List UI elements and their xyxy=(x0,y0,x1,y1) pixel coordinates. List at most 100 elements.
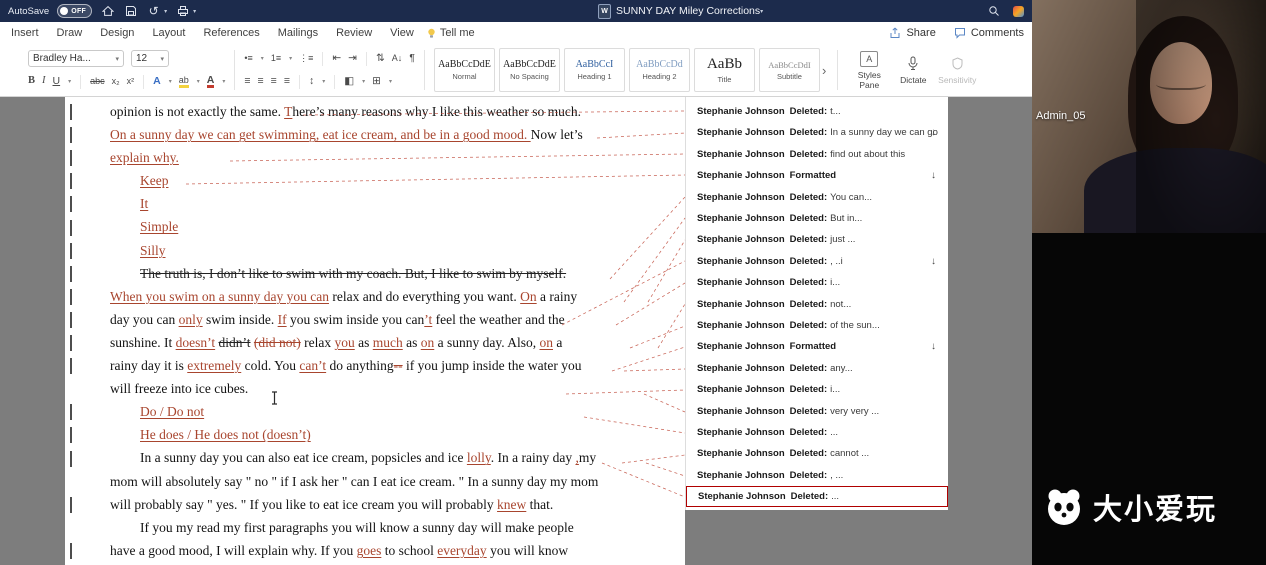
tab-view[interactable]: View xyxy=(381,27,423,39)
style-normal[interactable]: AaBbCcDdE Normal xyxy=(433,48,495,92)
style-name: Title xyxy=(717,75,732,84)
goto-change-arrow-icon[interactable]: ↓ xyxy=(931,170,936,181)
decrease-indent-button[interactable]: ⇤ xyxy=(332,53,341,64)
revision-entry[interactable]: Stephanie Johnson Deleted: of the sun... xyxy=(686,315,948,336)
revision-entry[interactable]: Stephanie Johnson Deleted:, ... xyxy=(686,465,948,486)
revision-entry[interactable]: Stephanie Johnson Deleted:... xyxy=(686,486,948,508)
revision-entry[interactable]: Stephanie Johnson Deleted:... xyxy=(686,422,948,443)
undo-caret-icon[interactable]: ▾ xyxy=(164,8,167,15)
revision-entry[interactable]: Stephanie Johnson Deleted:, ..i ↓ xyxy=(686,251,948,272)
home-icon[interactable] xyxy=(100,3,115,19)
revision-entry[interactable]: Stephanie Johnson Deleted: not... xyxy=(686,294,948,315)
align-left-button[interactable]: ≡ xyxy=(244,76,250,87)
document-page[interactable]: opinion is not exactly the same. There’s… xyxy=(65,97,685,565)
style-sample: AaBbCcI xyxy=(575,59,614,70)
revision-entry[interactable]: Stephanie Johnson Deleted: t... xyxy=(686,101,948,122)
style-title[interactable]: AaBb Title xyxy=(693,48,755,92)
style-heading-2[interactable]: AaBbCcDd Heading 2 xyxy=(628,48,690,92)
font-size-value: 12 xyxy=(136,53,148,64)
bold-button[interactable]: B xyxy=(28,76,35,87)
sort-button[interactable]: A↓ xyxy=(392,54,403,63)
multilevel-list-button[interactable]: ⋮≡ xyxy=(299,54,313,63)
line-spacing-button[interactable]: ↕ xyxy=(309,76,314,87)
underline-caret-icon[interactable]: ▾ xyxy=(68,79,71,85)
paragraph-spacing-button[interactable]: ⇅ xyxy=(376,53,385,64)
revision-entry[interactable]: Stephanie Johnson Deleted: You can... xyxy=(686,187,948,208)
document-title-group[interactable]: W SUNNY DAY Miley Corrections ▾ xyxy=(598,0,763,22)
font-size-combobox[interactable]: 12 ▾ xyxy=(131,50,169,67)
dictate-button[interactable]: Dictate xyxy=(891,55,935,86)
style-sample: AaBbCcDdE xyxy=(503,59,556,70)
bullets-button[interactable]: •≡ xyxy=(244,54,252,63)
text-effects-button[interactable]: A xyxy=(153,76,161,87)
document-line: Keep xyxy=(65,169,685,192)
shading-caret-icon[interactable]: ▾ xyxy=(362,79,365,85)
tab-layout[interactable]: Layout xyxy=(143,27,194,39)
superscript-button[interactable]: x² xyxy=(127,77,135,86)
tellme-button[interactable]: Tell me xyxy=(427,27,475,39)
revision-action: Formatted xyxy=(789,341,837,353)
revision-entry[interactable]: Stephanie Johnson Deleted: i... xyxy=(686,379,948,400)
show-marks-button[interactable]: ¶ xyxy=(409,53,415,64)
borders-button[interactable]: ⊞ xyxy=(372,76,381,87)
autosave-toggle[interactable]: OFF xyxy=(57,4,93,18)
tab-review[interactable]: Review xyxy=(327,27,381,39)
style-heading-1[interactable]: AaBbCcI Heading 1 xyxy=(563,48,625,92)
comments-button[interactable]: Comments xyxy=(954,27,1024,39)
undo-icon[interactable]: ↺ xyxy=(146,3,161,19)
revision-entry[interactable]: Stephanie Johnson Deleted: find out about … xyxy=(686,144,948,165)
revision-entry[interactable]: Stephanie Johnson Deleted: very very ... xyxy=(686,401,948,422)
toggle-knob xyxy=(60,7,69,15)
numbering-button[interactable]: 1≡ xyxy=(271,54,281,63)
styles-pane-button[interactable]: A Styles Pane xyxy=(847,50,891,91)
align-center-button[interactable]: ≡ xyxy=(258,76,264,87)
revision-entry[interactable]: Stephanie Johnson Deleted: But in... xyxy=(686,208,948,229)
strikethrough-button[interactable]: abc xyxy=(90,77,105,86)
goto-change-arrow-icon[interactable]: ↓ xyxy=(931,127,936,138)
borders-caret-icon[interactable]: ▾ xyxy=(389,79,392,85)
increase-indent-button[interactable]: ⇥ xyxy=(348,53,357,64)
numbering-caret-icon[interactable]: ▾ xyxy=(289,56,292,62)
tab-design[interactable]: Design xyxy=(91,27,143,39)
highlight-button[interactable]: ab xyxy=(178,75,189,88)
goto-change-arrow-icon[interactable]: ↓ xyxy=(931,341,936,352)
revision-entry[interactable]: Stephanie Johnson Deleted: i... xyxy=(686,272,948,293)
save-icon[interactable] xyxy=(123,3,138,19)
change-bar xyxy=(70,288,72,305)
title-caret-icon[interactable]: ▾ xyxy=(760,8,763,15)
gallery-more-icon[interactable]: › xyxy=(822,63,826,78)
revision-entry[interactable]: Stephanie Johnson Deleted: just ... xyxy=(686,229,948,250)
italic-button[interactable]: I xyxy=(42,76,46,87)
highlight-caret-icon[interactable]: ▾ xyxy=(197,79,200,85)
tab-draw[interactable]: Draw xyxy=(48,27,92,39)
search-icon[interactable] xyxy=(986,3,1001,19)
profile-icon[interactable] xyxy=(1013,5,1024,17)
toolbar-caret-icon[interactable]: ▾ xyxy=(193,8,196,15)
style-subtitle[interactable]: AaBbCcDdI Subtitle xyxy=(758,48,820,92)
underline-button[interactable]: U xyxy=(53,76,61,87)
font-name-combobox[interactable]: Bradley Ha... ▾ xyxy=(28,50,124,67)
revision-entry[interactable]: Stephanie Johnson Formatted ↓ xyxy=(686,336,948,357)
revision-entry[interactable]: Stephanie Johnson Deleted: In a sunny day … xyxy=(686,122,948,143)
tab-mailings[interactable]: Mailings xyxy=(269,27,327,39)
share-button[interactable]: Share xyxy=(889,27,936,39)
font-color-caret-icon[interactable]: ▾ xyxy=(222,79,225,85)
revision-entry[interactable]: Stephanie Johnson Deleted: cannot ... xyxy=(686,443,948,464)
tab-references[interactable]: References xyxy=(194,27,268,39)
revision-entry[interactable]: Stephanie Johnson Deleted: any... xyxy=(686,358,948,379)
subscript-button[interactable]: x₂ xyxy=(112,77,120,86)
revision-entry[interactable]: Stephanie Johnson Formatted ↓ xyxy=(686,165,948,186)
style-sample: AaBbCcDdI xyxy=(768,59,811,70)
goto-change-arrow-icon[interactable]: ↓ xyxy=(931,256,936,267)
revision-author: Stephanie Johnson xyxy=(697,277,785,289)
tab-insert[interactable]: Insert xyxy=(2,27,48,39)
line-spacing-caret-icon[interactable]: ▾ xyxy=(322,79,325,85)
shading-button[interactable]: ◧ xyxy=(344,76,354,87)
print-icon[interactable] xyxy=(175,3,190,19)
style-no-spacing[interactable]: AaBbCcDdE No Spacing xyxy=(498,48,560,92)
justify-button[interactable]: ≡ xyxy=(284,76,290,87)
bullets-caret-icon[interactable]: ▾ xyxy=(261,56,264,62)
font-color-button[interactable]: A xyxy=(206,75,215,89)
align-right-button[interactable]: ≡ xyxy=(271,76,277,87)
text-effects-caret-icon[interactable]: ▾ xyxy=(169,79,172,85)
